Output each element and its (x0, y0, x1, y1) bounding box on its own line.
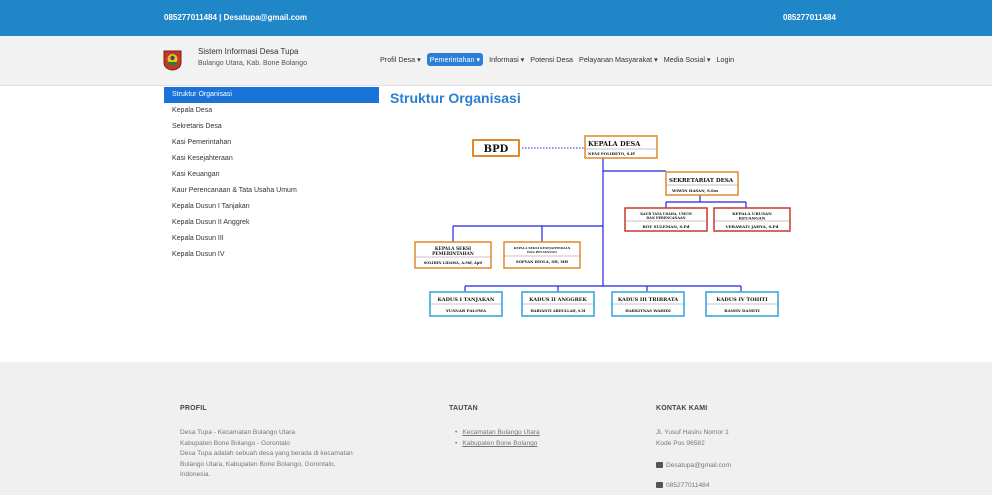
kasi-pem-title2: PEMERINTAHAN (432, 252, 474, 257)
org-box-sekretariat-desa[interactable]: SEKRETARIAT DESA WIWIN HASAN, S.Sos (665, 171, 739, 196)
org-box-bpd[interactable]: BPD (472, 139, 520, 157)
kadus-2-name: HARYANTI ABDULLAH, S.M (530, 309, 585, 313)
footer-email-text: Desatupa@gmail.com (666, 462, 731, 469)
bpd-label: BPD (484, 144, 509, 155)
footer-phone-text: 085277011484 (666, 482, 710, 489)
phone-icon (656, 482, 663, 488)
kadus-4-name: RAMIN DAMITI (724, 308, 760, 313)
footer-link-kecamatan[interactable]: Kecamatan Bulango Utara (455, 429, 539, 436)
footer-kontak-heading: KONTAK KAMI (656, 405, 708, 412)
org-chart: BPD KEPALA DESA NENI POLIHETO, S.IP SEKR… (414, 135, 791, 317)
kades-title: KEPALA DESA (588, 140, 641, 148)
kaur-keu-name: VERAWATI JAHYA, S.Pd (725, 224, 779, 229)
footer: PROFIL Desa Tupa - Kecamatan Bulango Uta… (0, 362, 992, 495)
footer-phone[interactable]: 085277011484 (656, 481, 710, 492)
envelope-icon (656, 462, 663, 468)
org-box-kadus-1[interactable]: KADUS I TANJAKAN YUSNAR PALOWA (429, 291, 503, 317)
org-box-kadus-3[interactable]: KADUS III TRIBRATA HARKITNAS WAHIDI (611, 291, 685, 317)
org-box-kepala-desa[interactable]: KEPALA DESA NENI POLIHETO, S.IP (584, 135, 658, 159)
sekdes-title: SEKRETARIAT DESA (669, 178, 734, 184)
kasi-kes-title2: DAN PELAYANAN (527, 250, 557, 254)
org-box-kadus-4[interactable]: KADUS IV TOHITI RAMIN DAMITI (705, 291, 779, 317)
kaur-keu-title2: KEUANGAN (739, 216, 766, 221)
org-box-kasi-kesejahteraan[interactable]: KEPALA SEKSI KESEJAHTERAAN DAN PELAYANAN… (503, 241, 581, 269)
footer-profil-line: Kabupaten Bone Bolango - Gorontalo (180, 439, 290, 447)
kasi-pem-name: SOLIHIN LIDAWA, A.Md, ApD (424, 261, 482, 265)
footer-email[interactable]: Desatupa@gmail.com (656, 461, 731, 472)
footer-tautan-heading: TAUTAN (449, 405, 478, 412)
footer-address-line2: Kode Pos 96582 (656, 440, 705, 447)
org-box-kaur-keuangan[interactable]: KEPALA URUSAN KEUANGAN VERAWATI JAHYA, S… (713, 207, 791, 232)
footer-profil-line: Bulango Utara, Kabupaten Bone Bolango, G… (180, 460, 336, 468)
footer-profil-line: Indonesia. (180, 471, 211, 478)
kadus-2-title: KADUS II ANGGREK (529, 297, 587, 303)
kadus-1-name: YUSNAR PALOWA (445, 308, 487, 313)
kadus-1-title: KADUS I TANJAKAN (438, 297, 495, 303)
kades-name: NENI POLIHETO, S.IP (588, 151, 635, 156)
footer-profil-heading: PROFIL (180, 405, 207, 412)
kadus-3-name: HARKITNAS WAHIDI (625, 308, 671, 313)
footer-profil-line: Desa Tupa - Kecamatan Bulango Utara (180, 429, 296, 436)
kaur-tu-title2: DAN PERENCANAAN (646, 216, 685, 220)
org-box-kasi-pemerintahan[interactable]: KEPALA SEKSI PEMERINTAHAN SOLIHIN LIDAWA… (414, 241, 492, 269)
org-box-kaur-tata-usaha[interactable]: KAUR TATA USAHA, UMUM DAN PERENCANAAN RO… (624, 207, 708, 232)
kadus-4-title: KADUS IV TOHITI (716, 297, 768, 303)
org-box-kadus-2[interactable]: KADUS II ANGGREK HARYANTI ABDULLAH, S.M (521, 291, 595, 317)
footer-profil-text: Desa Tupa - Kecamatan Bulango Utara Kabu… (180, 428, 353, 481)
sekdes-name: WIWIN HASAN, S.Sos (671, 188, 718, 193)
kadus-3-title: KADUS III TRIBRATA (618, 297, 678, 303)
footer-profil-line: Desa Tupa adalah sebuah desa yang berada… (180, 450, 353, 457)
kasi-kes-name: SOFYAN BIOLA, SH, MH (516, 259, 569, 264)
footer-address-line1: Jl. Yusuf Hasiru Nomor 1 (656, 429, 729, 436)
kaur-tu-name: ROY SULEMAN, S.Pd (643, 224, 690, 229)
footer-link-kabupaten[interactable]: Kabupaten Bone Bolango (455, 440, 537, 447)
